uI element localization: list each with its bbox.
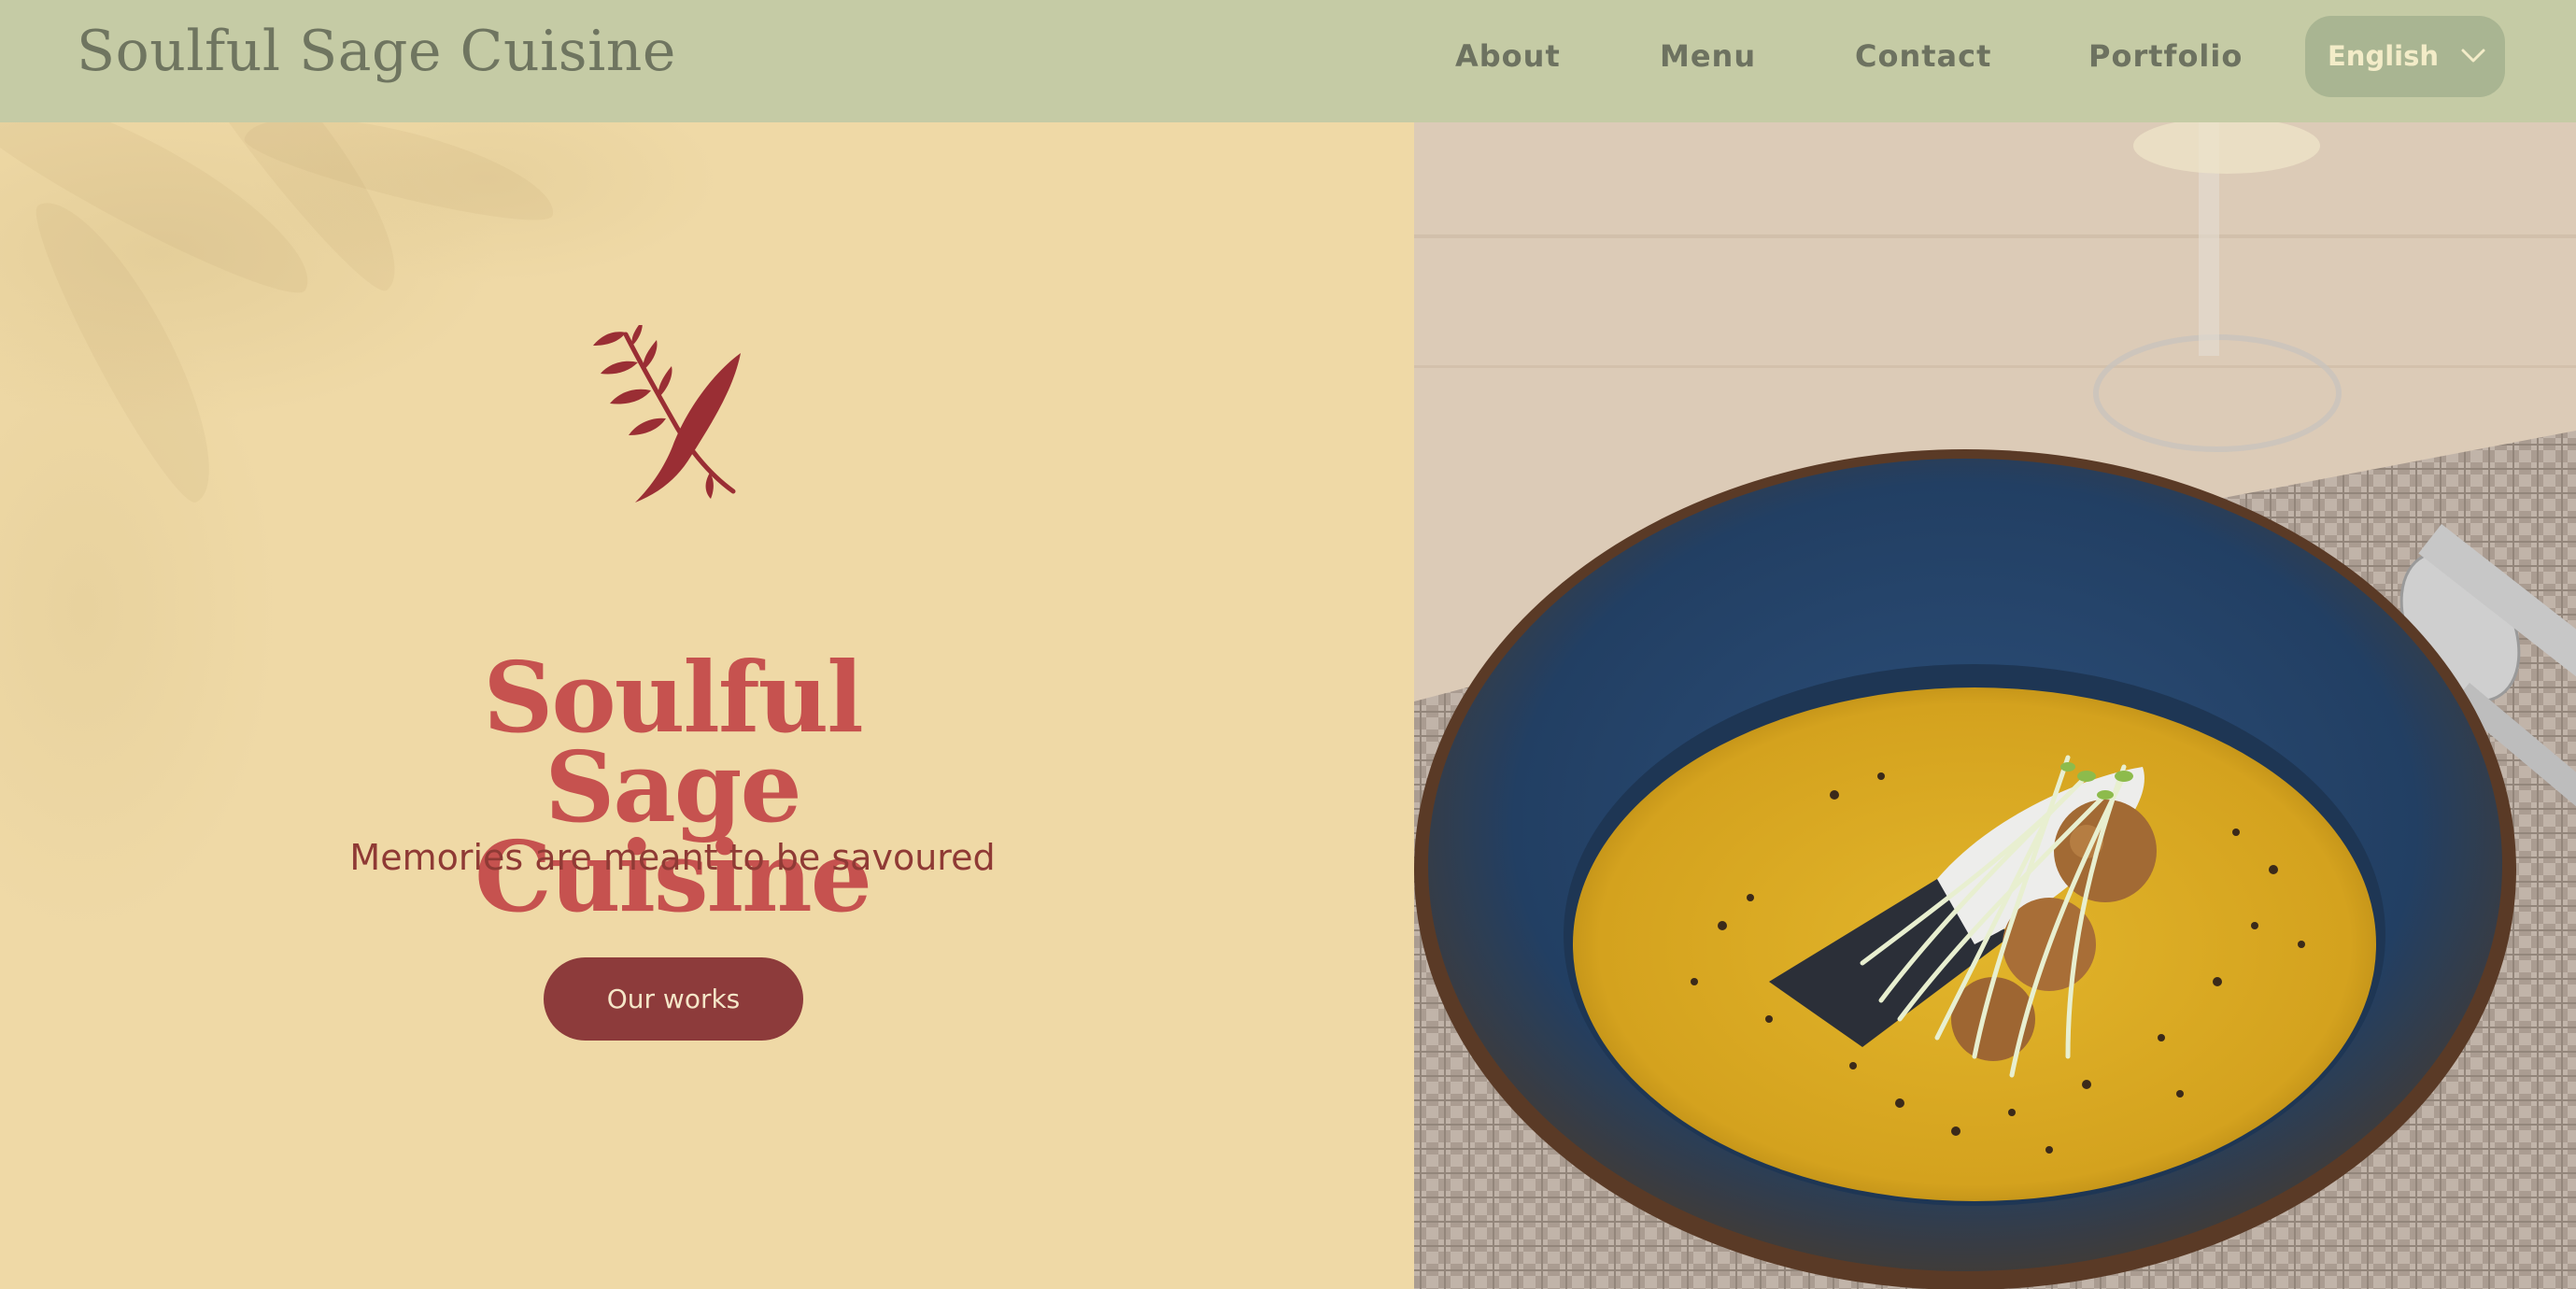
our-works-button[interactable]: Our works: [544, 957, 803, 1041]
nav-contact[interactable]: Contact: [1855, 32, 1991, 80]
food-photo-illustration: [1414, 122, 2576, 1289]
nav-menu[interactable]: Menu: [1660, 32, 1756, 80]
hero-panel: Soulful Sage Cuisine Memories are meant …: [0, 122, 1414, 1289]
chevron-down-icon: [2461, 49, 2485, 63]
site-header: Soulful Sage Cuisine About Menu Contact …: [0, 0, 2576, 122]
nav-portfolio[interactable]: Portfolio: [2088, 32, 2243, 80]
language-selected: English: [2328, 40, 2440, 72]
nav-about[interactable]: About: [1455, 32, 1561, 80]
sage-leaf-icon: [593, 325, 741, 503]
brand-logo-text[interactable]: Soulful Sage Cuisine: [77, 15, 676, 88]
language-selector[interactable]: English: [2305, 16, 2505, 97]
hero-tagline: Memories are meant to be savoured: [349, 837, 996, 878]
hero-food-photo: [1414, 122, 2576, 1289]
